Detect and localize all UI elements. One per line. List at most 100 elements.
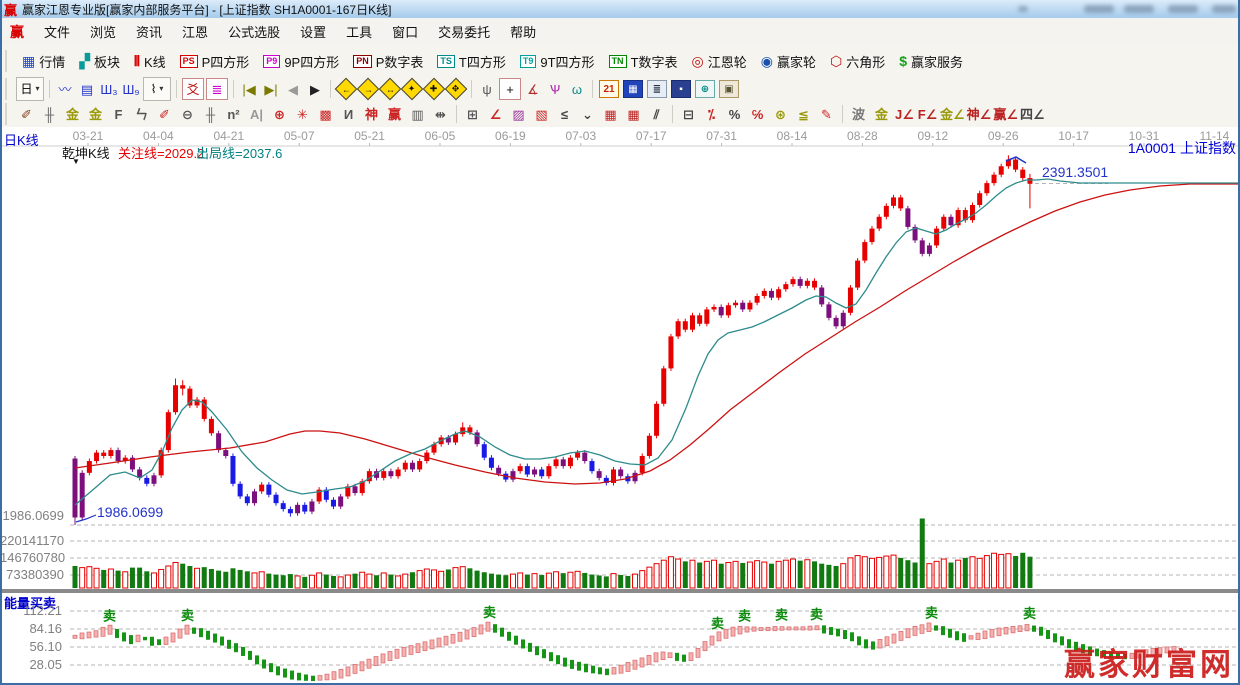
draw-tool-button[interactable]: 金 [871, 104, 892, 125]
draw-tool-button[interactable]: F∠ [917, 104, 938, 125]
draw-tool-button[interactable]: ▩ [315, 104, 336, 125]
draw-tool-button[interactable]: ╫ [200, 104, 221, 125]
toolbar-button-blocks[interactable]: ▞板块 [75, 50, 124, 73]
zigzag-icon[interactable]: 〰 [55, 79, 75, 99]
toolbar-button-big-wheel[interactable]: ◉赢家轮 [757, 50, 820, 73]
last-bar-icon[interactable]: ▶| [261, 79, 281, 99]
fit-all-icon[interactable]: ✥ [445, 78, 468, 101]
menu-item[interactable]: 交易委托 [428, 19, 500, 44]
draw-tool-button[interactable]: И [338, 104, 359, 125]
crosshair-icon[interactable]: + [499, 78, 521, 100]
draw-tool-button[interactable]: ㄣ [131, 104, 152, 125]
first-bar-icon[interactable]: |◀ [239, 79, 259, 99]
save-icon[interactable]: ▪ [671, 80, 691, 98]
title-bar[interactable]: 赢 赢家江恩专业版[赢家内部服务平台] - [上证指数 SH1A0001-167… [0, 0, 1240, 18]
toolbar-button-dollar[interactable]: $赢家服务 [895, 50, 967, 73]
draw-tool-button[interactable]: ⫽ [646, 104, 667, 125]
draw-tool-button[interactable]: ▦ [623, 104, 644, 125]
toolbar-button-hexagon[interactable]: ⬡六角形 [826, 50, 889, 73]
draw-tool-button[interactable]: ⊟ [678, 104, 699, 125]
pattern-icon[interactable]: 爻 [182, 78, 204, 100]
draw-tool-button[interactable]: ▥ [407, 104, 428, 125]
menu-item[interactable]: 资讯 [126, 19, 172, 44]
draw-tool-button[interactable]: ╫ [39, 104, 60, 125]
draw-tool-button[interactable]: ✎ [816, 104, 837, 125]
draw-tool-button[interactable]: F [108, 104, 129, 125]
draw-tool-button[interactable]: 赢∠ [993, 104, 1018, 125]
toolbar-grip[interactable] [5, 78, 10, 100]
calculator-icon[interactable]: ▦ [623, 80, 643, 98]
draw-tool-button[interactable]: ⊖ [177, 104, 198, 125]
draw-tool-button[interactable]: 波 [848, 104, 869, 125]
menu-item[interactable]: 帮助 [500, 19, 546, 44]
draw-tool-button[interactable]: ✐ [154, 104, 175, 125]
draw-tool-button[interactable]: A| [246, 104, 267, 125]
calendar-icon[interactable]: 21 [599, 80, 619, 98]
zoom-horizontal-icon[interactable]: ↔ [379, 78, 402, 101]
draw-tool-button[interactable]: 金 [85, 104, 106, 125]
expand-icon[interactable]: ✚ [423, 78, 446, 101]
draw-tool-button[interactable]: ≦ [793, 104, 814, 125]
blurred-control[interactable] [1124, 5, 1154, 13]
menu-item[interactable]: 公式选股 [218, 19, 290, 44]
compress-icon[interactable]: ✦ [401, 78, 424, 101]
compass-icon[interactable]: ∡ [523, 79, 543, 99]
draw-tool-button[interactable]: 神∠ [967, 104, 992, 125]
draw-tool-button[interactable]: ⌄ [577, 104, 598, 125]
draw-tool-button[interactable]: ⁒ [701, 104, 722, 125]
notes-icon[interactable]: ▤ [77, 79, 97, 99]
kline-chart-canvas[interactable]: 卖卖卖卖卖卖卖卖卖 [0, 127, 1240, 685]
toolbar-button-badge[interactable]: T99T四方形 [516, 50, 599, 73]
menu-item[interactable]: 设置 [290, 19, 336, 44]
gann-tool-icon[interactable]: Ѱ [545, 79, 565, 99]
draw-tool-button[interactable]: ✳ [292, 104, 313, 125]
toolbar-button-candles[interactable]: ⫴K线 [130, 50, 170, 73]
toolbar-button-badge[interactable]: TNT数字表 [605, 50, 682, 73]
blurred-control[interactable] [1018, 6, 1028, 12]
draw-tool-button[interactable]: ⊛ [770, 104, 791, 125]
toolbar-button-table[interactable]: ▦行情 [18, 50, 69, 73]
draw-tool-button[interactable]: ∠ [485, 104, 506, 125]
pane-divider[interactable] [0, 589, 1240, 593]
toolbar-button-badge[interactable]: PNP数字表 [349, 50, 427, 73]
draw-tool-button[interactable]: ▧ [531, 104, 552, 125]
menu-item[interactable]: 文件 [34, 19, 80, 44]
draw-tool-button[interactable]: 赢 [384, 104, 405, 125]
draw-tool-button[interactable]: 神 [361, 104, 382, 125]
remote-icon[interactable]: ▣ [719, 80, 739, 98]
menu-item[interactable]: 江恩 [172, 19, 218, 44]
period-day-dropdown[interactable]: 日▾ [16, 77, 44, 101]
candle-style-dropdown[interactable]: ⌇▾ [143, 77, 171, 101]
draw-tool-button[interactable]: ℅ [747, 104, 768, 125]
toolbar-button-badge[interactable]: P99P四方形 [259, 50, 343, 73]
menu-item[interactable]: 浏览 [80, 19, 126, 44]
menu-item[interactable]: 工具 [336, 19, 382, 44]
bars-3-icon[interactable]: Ш₃ [99, 79, 119, 99]
draw-tool-button[interactable]: 金 [62, 104, 83, 125]
prev-bar-icon[interactable]: ◀ [283, 79, 303, 99]
draw-tool-button[interactable]: J∠ [894, 104, 915, 125]
draw-tool-button[interactable]: 金∠ [940, 104, 965, 125]
blurred-control[interactable] [1212, 5, 1236, 13]
bars-9-icon[interactable]: Ш₉ [121, 79, 141, 99]
blurred-control[interactable] [1168, 5, 1198, 13]
toolbar-button-wheel[interactable]: ◎江恩轮 [688, 50, 751, 73]
toolbar-grip[interactable] [5, 103, 10, 125]
kline-mode-dropdown-icon[interactable]: ▼ [72, 157, 80, 166]
next-bar-icon[interactable]: ▶ [305, 79, 325, 99]
draw-tool-button[interactable]: ≤ [554, 104, 575, 125]
toolbar-grip[interactable] [5, 50, 10, 72]
cycle-tool-icon[interactable]: ω [567, 79, 587, 99]
network-icon[interactable]: ⊕ [695, 80, 715, 98]
toolbar-button-badge[interactable]: PSP四方形 [176, 50, 254, 73]
toolbar-button-badge[interactable]: TST四方形 [433, 50, 509, 73]
draw-tool-button[interactable]: ⊞ [462, 104, 483, 125]
draw-tool-button[interactable]: ⇹ [430, 104, 451, 125]
menu-item[interactable]: 窗口 [382, 19, 428, 44]
kline-mode-label[interactable]: 乾坤K线 [62, 143, 110, 162]
draw-tool-button[interactable]: ✐ [16, 104, 37, 125]
blurred-control[interactable] [1084, 5, 1114, 13]
scroll-left-icon[interactable]: ← [335, 78, 358, 101]
scroll-right-icon[interactable]: → [357, 78, 380, 101]
draw-tool-button[interactable]: n² [223, 104, 244, 125]
